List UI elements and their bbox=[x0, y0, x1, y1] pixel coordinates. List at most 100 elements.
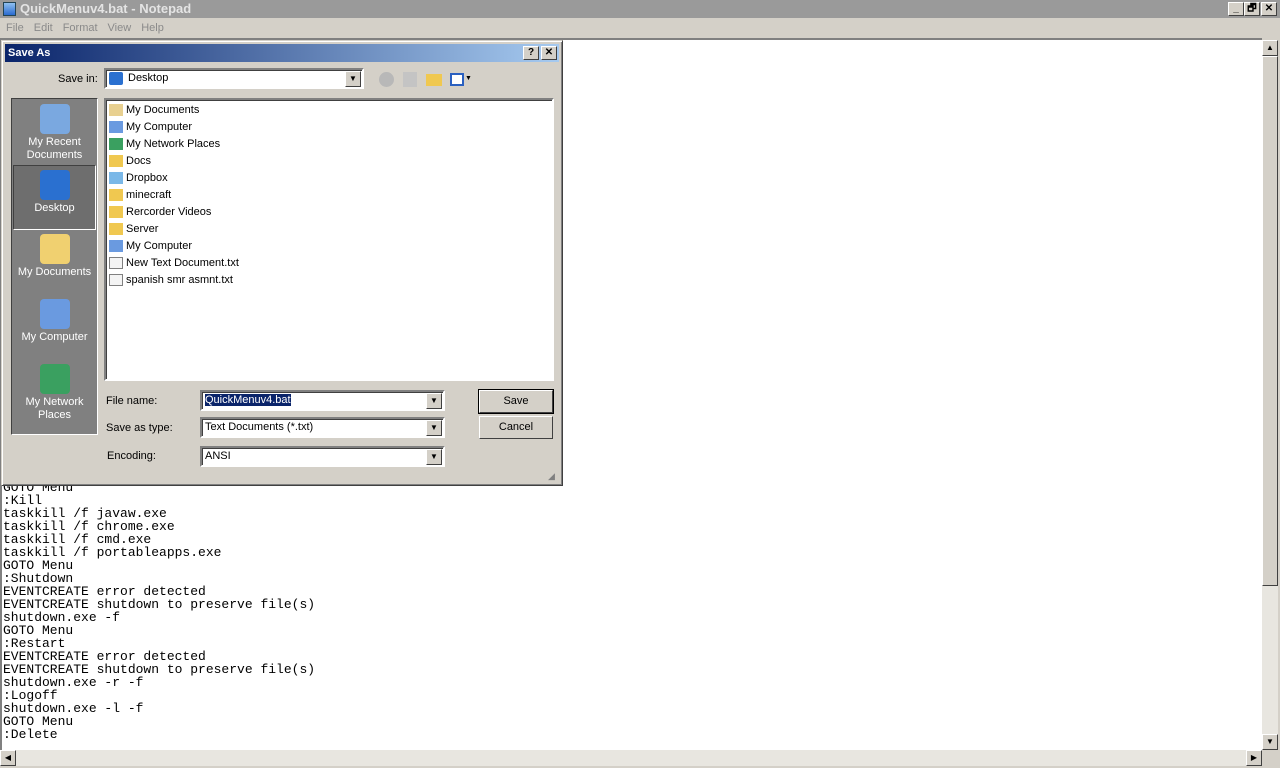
recent-documents-icon bbox=[39, 104, 70, 134]
resize-grip-icon[interactable]: ◢ bbox=[548, 471, 555, 482]
encoding-label: Encoding: bbox=[107, 450, 156, 462]
file-name: Dropbox bbox=[126, 172, 168, 184]
horizontal-scrollbar[interactable]: ◀ ▶ bbox=[0, 750, 1262, 766]
file-name-value: QuickMenuv4.bat bbox=[205, 394, 291, 406]
scroll-up-button[interactable]: ▲ bbox=[1262, 40, 1278, 56]
file-name: minecraft bbox=[126, 189, 172, 201]
file-list-item[interactable]: New Text Document.txt bbox=[108, 255, 239, 272]
file-list-item[interactable]: My Computer bbox=[108, 119, 192, 136]
file-name-input[interactable]: QuickMenuv4.bat ▼ bbox=[200, 390, 445, 411]
restore-button[interactable]: 🗗 bbox=[1244, 2, 1260, 16]
place-my-documents-folder[interactable]: My Documents bbox=[13, 230, 96, 295]
my-documents-icon bbox=[109, 104, 123, 116]
file-name: My Documents bbox=[126, 104, 200, 116]
file-list-item[interactable]: minecraft bbox=[108, 187, 171, 204]
scroll-right-button[interactable]: ▶ bbox=[1246, 750, 1262, 766]
chevron-down-icon[interactable]: ▼ bbox=[345, 71, 361, 87]
vertical-scrollbar[interactable]: ▲ ▼ bbox=[1262, 40, 1278, 750]
desktop-icon bbox=[109, 72, 123, 85]
save-as-dialog: Save As ? ✕ Save in: Desktop ▼ ▼ My Rece… bbox=[1, 40, 563, 486]
place-label: My Computer bbox=[21, 331, 88, 343]
folder-icon bbox=[109, 206, 123, 218]
dropbox-folder-icon bbox=[109, 172, 123, 184]
place-label: My Documents bbox=[17, 266, 92, 278]
chevron-down-icon[interactable]: ▼ bbox=[426, 393, 442, 409]
vertical-scroll-thumb[interactable] bbox=[1262, 56, 1278, 586]
menu-file[interactable]: File bbox=[6, 22, 24, 34]
up-folder-icon[interactable] bbox=[403, 72, 417, 87]
file-list-item[interactable]: Docs bbox=[108, 153, 151, 170]
window-titlebar: QuickMenuv4.bat - Notepad bbox=[0, 0, 1280, 18]
save-type-dropdown[interactable]: Text Documents (*.txt) ▼ bbox=[200, 417, 445, 438]
dialog-title: Save As bbox=[8, 47, 51, 59]
save-in-value: Desktop bbox=[128, 72, 169, 84]
cancel-button[interactable]: Cancel bbox=[479, 416, 553, 439]
file-name-label: File name: bbox=[106, 395, 158, 407]
chevron-down-icon[interactable]: ▼ bbox=[426, 449, 442, 465]
window-title: QuickMenuv4.bat - Notepad bbox=[20, 1, 192, 16]
menu-edit[interactable]: Edit bbox=[34, 22, 53, 34]
save-type-value: Text Documents (*.txt) bbox=[205, 421, 314, 433]
file-list[interactable]: My Documents My Computer My Network Places… bbox=[104, 98, 554, 381]
file-name: spanish smr asmnt.txt bbox=[126, 274, 233, 286]
file-name: My Computer bbox=[126, 121, 193, 133]
save-in-label: Save in: bbox=[58, 73, 98, 85]
place-label: Desktop bbox=[34, 202, 75, 214]
text-file-icon bbox=[109, 257, 123, 269]
place-label: My Network Places bbox=[25, 396, 84, 421]
encoding-dropdown[interactable]: ANSI ▼ bbox=[200, 446, 445, 467]
file-name: Docs bbox=[126, 155, 152, 167]
scroll-left-button[interactable]: ◀ bbox=[0, 750, 16, 766]
help-button[interactable]: ? bbox=[523, 46, 539, 60]
save-button[interactable]: Save bbox=[478, 389, 554, 414]
new-folder-icon[interactable] bbox=[426, 74, 442, 86]
save-type-label: Save as type: bbox=[106, 422, 173, 434]
place-network-places[interactable]: My Network Places bbox=[13, 360, 96, 425]
place-my-computer[interactable]: My Computer bbox=[13, 295, 96, 360]
my-documents-folder-icon bbox=[39, 234, 70, 264]
close-button[interactable]: ✕ bbox=[1261, 2, 1277, 16]
folder-icon bbox=[109, 189, 123, 201]
place-recent-documents[interactable]: My Recent Documents bbox=[13, 100, 96, 165]
scroll-down-button[interactable]: ▼ bbox=[1262, 734, 1278, 750]
menu-view[interactable]: View bbox=[108, 22, 132, 34]
place-label: My Recent Documents bbox=[26, 136, 83, 161]
file-name: My Network Places bbox=[126, 138, 221, 150]
save-in-dropdown[interactable]: Desktop ▼ bbox=[104, 68, 364, 89]
editor-text: GOTO Menu:Kill taskkill /f javaw.exe taskk… bbox=[3, 481, 315, 741]
file-list-item[interactable]: Rercorder Videos bbox=[108, 204, 211, 221]
file-list-item[interactable]: My Network Places bbox=[108, 136, 220, 153]
view-menu-icon[interactable] bbox=[450, 73, 464, 86]
notepad-icon bbox=[3, 2, 16, 16]
file-name: My Computer bbox=[126, 240, 193, 252]
file-list-item[interactable]: Server bbox=[108, 221, 158, 238]
menu-help[interactable]: Help bbox=[141, 22, 164, 34]
shortcut-icon bbox=[109, 240, 123, 252]
desktop-icon bbox=[39, 170, 70, 200]
view-menu-chevron-icon[interactable]: ▼ bbox=[465, 75, 472, 82]
file-list-item[interactable]: My Computer bbox=[108, 238, 192, 255]
chevron-down-icon[interactable]: ▼ bbox=[426, 420, 442, 436]
my-computer-icon bbox=[109, 121, 123, 133]
file-list-item[interactable]: spanish smr asmnt.txt bbox=[108, 272, 233, 289]
places-bar: My Recent Documents Desktop My Documents My… bbox=[11, 98, 98, 435]
encoding-value: ANSI bbox=[205, 450, 231, 462]
menu-bar: File Edit Format View Help bbox=[0, 18, 1280, 38]
text-file-icon bbox=[109, 274, 123, 286]
dialog-titlebar: Save As bbox=[5, 44, 559, 62]
my-computer-icon bbox=[39, 299, 70, 329]
minimize-button[interactable]: _ bbox=[1228, 2, 1244, 16]
folder-icon bbox=[109, 155, 123, 167]
file-list-item[interactable]: Dropbox bbox=[108, 170, 168, 187]
back-icon[interactable] bbox=[379, 72, 394, 87]
network-places-icon bbox=[109, 138, 123, 150]
network-places-icon bbox=[39, 364, 70, 394]
file-name: Rercorder Videos bbox=[126, 206, 212, 218]
dialog-close-button[interactable]: ✕ bbox=[541, 46, 557, 60]
menu-format[interactable]: Format bbox=[63, 22, 98, 34]
place-desktop[interactable]: Desktop bbox=[13, 165, 96, 230]
file-list-item[interactable]: My Documents bbox=[108, 102, 199, 119]
folder-icon bbox=[109, 223, 123, 235]
editor-line: :Delete bbox=[3, 727, 58, 742]
file-name: Server bbox=[126, 223, 159, 235]
